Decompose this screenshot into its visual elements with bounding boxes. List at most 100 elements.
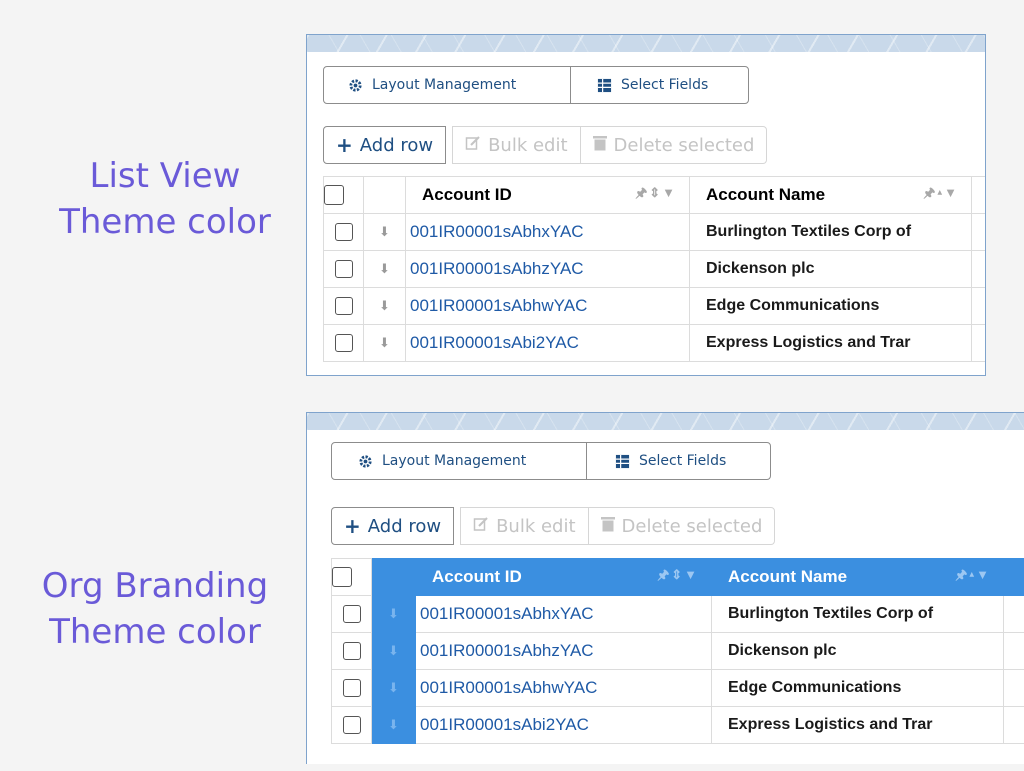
account-name-cell: Express Logistics and Trar [711,706,1004,744]
select-fields-label: Select Fields [639,453,727,469]
delete-selected-button[interactable]: Delete selected [580,126,768,164]
toolbar: Layout Management Select Fields [331,442,771,480]
row-select-cell [331,669,372,707]
table-row: ⬇ 001IR00001sAbi2YAC Express Logistics a… [331,706,1024,744]
layout-management-button[interactable]: Layout Management [324,67,570,103]
header-banner [307,413,1024,430]
table-header-row: Account ID 🖈︎⇕▼ Account Name 🖈︎▴▼ [331,558,1024,596]
column-menu-icons[interactable]: 🖈︎▴▼ [923,184,959,206]
pin-icon[interactable]: ⬇ [379,224,390,239]
select-all-checkbox[interactable] [332,567,352,588]
action-bar: + Add row Bulk edit Delete selected [331,507,776,545]
fields-grid-icon [597,78,612,93]
overflow-cell [971,324,985,362]
pin-header-cell [363,176,406,214]
row-select-cell [331,632,372,670]
bulk-edit-label: Bulk edit [488,134,568,156]
row-pin-cell: ⬇ [371,669,416,707]
select-fields-button[interactable]: Select Fields [570,67,748,103]
pin-icon[interactable]: ⬇ [388,717,399,732]
edit-icon [473,516,489,537]
filter-icon[interactable]: ▼ [684,567,699,582]
account-id-cell[interactable]: 001IR00001sAbhzYAC [415,632,712,670]
row-checkbox[interactable] [342,604,361,623]
pin-icon[interactable]: ⬇ [388,606,399,621]
row-pin-cell: ⬇ [363,287,406,325]
row-checkbox[interactable] [342,678,361,697]
row-checkbox[interactable] [334,333,353,352]
account-id-cell[interactable]: 001IR00001sAbhzYAC [405,250,690,288]
select-fields-label: Select Fields [621,77,709,93]
pin-icon[interactable]: 🖈︎ [955,567,969,582]
pin-icon[interactable]: 🖈︎ [923,185,937,200]
pin-icon[interactable]: ⬇ [388,680,399,695]
action-bar: + Add row Bulk edit Delete selected [323,126,768,164]
row-pin-cell: ⬇ [371,706,416,744]
add-row-label: Add row [367,515,442,537]
list-view-theme-panel: Layout Management Select Fields + Add ro… [306,34,986,376]
row-checkbox[interactable] [334,259,353,278]
account-name-header[interactable]: Account Name 🖈︎▴▼ [689,176,972,214]
row-checkbox[interactable] [334,296,353,315]
pin-icon[interactable]: ⬇ [388,643,399,658]
pin-icon[interactable]: 🖈︎ [635,185,649,200]
account-id-cell[interactable]: 001IR00001sAbi2YAC [415,706,712,744]
row-checkbox[interactable] [334,222,353,241]
layout-management-button[interactable]: Layout Management [332,443,586,479]
row-select-cell [323,250,364,288]
row-pin-cell: ⬇ [363,250,406,288]
fields-grid-icon [615,454,630,469]
account-id-cell[interactable]: 001IR00001sAbi2YAC [405,324,690,362]
filter-icon[interactable]: ▼ [944,185,959,200]
trash-icon [600,516,615,537]
filter-icon[interactable]: ▼ [662,185,677,200]
pin-icon[interactable]: 🖈︎ [657,567,671,582]
account-id-header[interactable]: Account ID 🖈︎⇕▼ [415,558,712,596]
account-id-header[interactable]: Account ID 🖈︎⇕▼ [405,176,690,214]
row-pin-cell: ⬇ [363,324,406,362]
delete-selected-label: Delete selected [613,134,755,156]
account-name-header[interactable]: Account Name 🖈︎▴▼ [711,558,1004,596]
account-name-header-label: Account Name [706,185,826,204]
account-id-cell[interactable]: 001IR00001sAbhxYAC [415,595,712,633]
select-all-cell [331,558,372,596]
sort-icon[interactable]: ⇕ [671,567,684,582]
overflow-cell [1003,669,1024,707]
column-menu-icons[interactable]: 🖈︎⇕▼ [657,566,699,588]
table-row: ⬇ 001IR00001sAbhzYAC Dickenson plc [323,250,985,288]
overflow-cell [971,287,985,325]
select-all-checkbox[interactable] [324,185,344,206]
column-menu-icons[interactable]: 🖈︎▴▼ [955,566,991,588]
label-line-2: Theme color [49,612,261,652]
accounts-table: Account ID 🖈︎⇕▼ Account Name 🖈︎▴▼ ⬇ 001I… [331,558,1024,744]
delete-selected-button[interactable]: Delete selected [588,507,776,545]
account-id-header-label: Account ID [432,567,522,586]
column-menu-icons[interactable]: 🖈︎⇕▼ [635,184,677,206]
select-fields-button[interactable]: Select Fields [586,443,770,479]
add-row-button[interactable]: + Add row [331,507,455,545]
row-pin-cell: ⬇ [371,632,416,670]
pin-icon[interactable]: ⬇ [379,261,390,276]
gear-icon [348,78,363,93]
account-id-cell[interactable]: 001IR00001sAbhwYAC [405,287,690,325]
filter-icon[interactable]: ▼ [976,567,991,582]
row-checkbox[interactable] [342,715,361,734]
pin-icon[interactable]: ⬇ [379,335,390,350]
table-row: ⬇ 001IR00001sAbhxYAC Burlington Textiles… [331,595,1024,633]
account-id-cell[interactable]: 001IR00001sAbhxYAC [405,213,690,251]
account-id-header-label: Account ID [422,185,512,204]
table-row: ⬇ 001IR00001sAbi2YAC Express Logistics a… [323,324,985,362]
sort-icon[interactable]: ⇕ [649,185,662,200]
overflow-cell [971,250,985,288]
plus-icon: + [344,514,361,538]
header-banner [307,35,985,52]
add-row-button[interactable]: + Add row [323,126,447,164]
bulk-edit-button[interactable]: Bulk edit [460,507,589,545]
row-checkbox[interactable] [342,641,361,660]
account-id-cell[interactable]: 001IR00001sAbhwYAC [415,669,712,707]
bulk-edit-button[interactable]: Bulk edit [452,126,581,164]
table-row: ⬇ 001IR00001sAbhxYAC Burlington Textiles… [323,213,985,251]
overflow-header-cell [1003,558,1024,596]
table-row: ⬇ 001IR00001sAbhwYAC Edge Communications [331,669,1024,707]
pin-icon[interactable]: ⬇ [379,298,390,313]
